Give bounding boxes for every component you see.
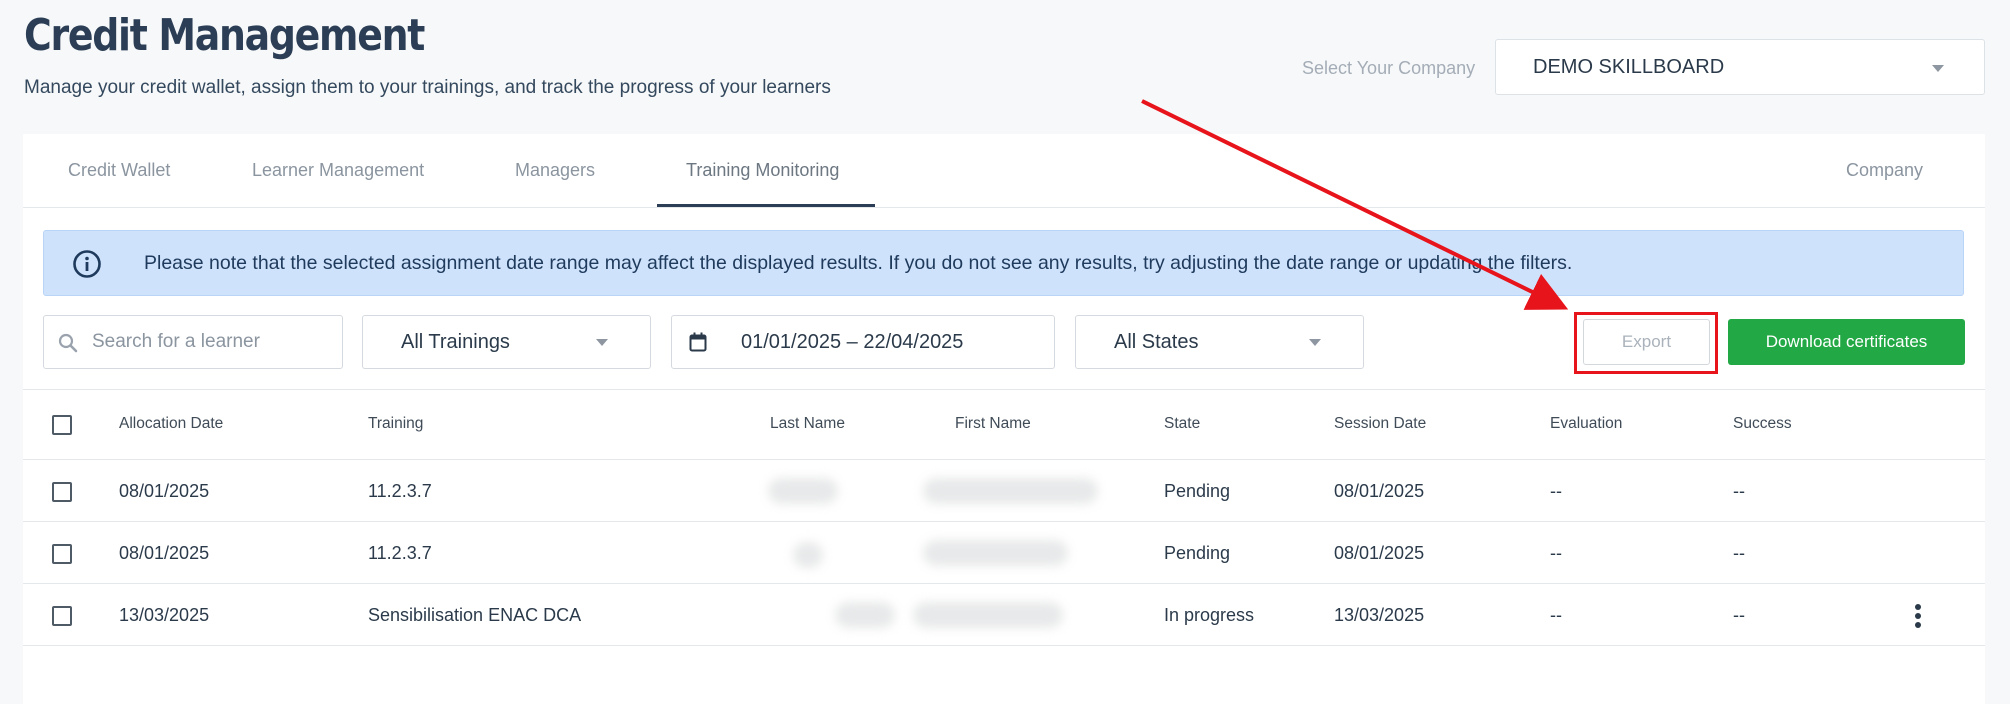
column-header: Session Date <box>1334 415 1427 432</box>
calendar-icon <box>689 332 707 352</box>
column-header: Allocation Date <box>119 415 224 432</box>
company-select-value: DEMO SKILLBOARD <box>1533 56 1725 78</box>
search-icon <box>58 333 78 353</box>
states-select[interactable]: All States <box>1075 315 1364 369</box>
evaluation-cell: -- <box>1550 481 1562 501</box>
chevron-down-icon <box>1309 339 1321 346</box>
search-field[interactable] <box>43 315 343 369</box>
table-header: Allocation Date Training Last Name First… <box>23 389 1985 459</box>
main-card: Credit Wallet Learner Management Manager… <box>23 134 1985 704</box>
state-cell: In progress <box>1164 605 1255 625</box>
table-row[interactable]: 08/01/2025 11.2.3.7 Pending 08/01/2025 -… <box>23 521 1985 583</box>
evaluation-cell: -- <box>1550 605 1562 625</box>
company-select-label: Select Your Company <box>1302 58 1476 78</box>
column-header: Last Name <box>770 415 845 432</box>
states-select-value: All States <box>1114 331 1199 353</box>
date-range-picker[interactable]: 01/01/2025 – 22/04/2025 <box>671 315 1055 369</box>
training-cell: Sensibilisation ENAC DCA <box>368 605 582 625</box>
column-header: Success <box>1733 415 1792 432</box>
column-header: State <box>1164 415 1201 432</box>
page-subtitle: Manage your credit wallet, assign them t… <box>24 77 831 98</box>
company-select[interactable]: DEMO SKILLBOARD <box>1495 39 1985 95</box>
table-row[interactable]: 08/01/2025 11.2.3.7 Pending 08/01/2025 -… <box>23 459 1985 521</box>
allocation-date-cell: 08/01/2025 <box>119 543 210 563</box>
row-checkbox[interactable] <box>52 606 72 626</box>
tab-training-monitoring[interactable]: Training Monitoring <box>686 160 839 181</box>
session-date-cell: 13/03/2025 <box>1334 605 1425 625</box>
state-cell: Pending <box>1164 543 1231 563</box>
info-icon <box>73 250 101 278</box>
table-row[interactable]: 13/03/2025 Sensibilisation ENAC DCA In p… <box>23 583 1985 646</box>
chevron-down-icon <box>1932 65 1944 72</box>
download-certificates-button[interactable]: Download certificates <box>1728 319 1965 365</box>
select-all-checkbox[interactable] <box>52 415 72 435</box>
active-tab-indicator <box>657 204 875 207</box>
success-cell: -- <box>1733 605 1745 625</box>
allocation-date-cell: 13/03/2025 <box>119 605 210 625</box>
success-cell: -- <box>1733 481 1745 501</box>
alert-message: Please note that the selected assignment… <box>144 252 1573 274</box>
trainings-select-value: All Trainings <box>401 331 510 353</box>
tab-bar: Credit Wallet Learner Management Manager… <box>23 134 1985 208</box>
row-checkbox[interactable] <box>52 544 72 564</box>
state-cell: Pending <box>1164 481 1231 501</box>
info-alert: Please note that the selected assignment… <box>43 230 1964 296</box>
annotation-highlight-box <box>1574 312 1718 374</box>
allocation-date-cell: 08/01/2025 <box>119 481 210 501</box>
first-name-redacted <box>923 540 1068 566</box>
session-date-cell: 08/01/2025 <box>1334 543 1425 563</box>
tab-managers[interactable]: Managers <box>515 160 595 181</box>
last-name-redacted <box>835 602 895 628</box>
chevron-down-icon <box>596 339 608 346</box>
training-cell: 11.2.3.7 <box>368 543 432 563</box>
row-actions-menu-icon[interactable] <box>1915 604 1921 631</box>
tab-credit-wallet[interactable]: Credit Wallet <box>68 160 170 181</box>
success-cell: -- <box>1733 543 1745 563</box>
column-header: Training <box>368 415 424 432</box>
search-input[interactable] <box>92 316 332 368</box>
first-name-redacted <box>923 478 1098 504</box>
first-name-redacted <box>913 602 1063 628</box>
column-header: First Name <box>955 415 1031 432</box>
page-title: Credit Management <box>24 10 425 61</box>
date-range-value: 01/01/2025 – 22/04/2025 <box>741 331 964 353</box>
tab-learner-management[interactable]: Learner Management <box>252 160 424 181</box>
training-cell: 11.2.3.7 <box>368 481 432 501</box>
evaluation-cell: -- <box>1550 543 1562 563</box>
last-name-redacted <box>793 542 823 568</box>
trainings-select[interactable]: All Trainings <box>362 315 651 369</box>
row-checkbox[interactable] <box>52 482 72 502</box>
tab-company[interactable]: Company <box>1846 160 1923 181</box>
column-header: Evaluation <box>1550 415 1623 432</box>
session-date-cell: 08/01/2025 <box>1334 481 1425 501</box>
last-name-redacted <box>768 478 838 504</box>
